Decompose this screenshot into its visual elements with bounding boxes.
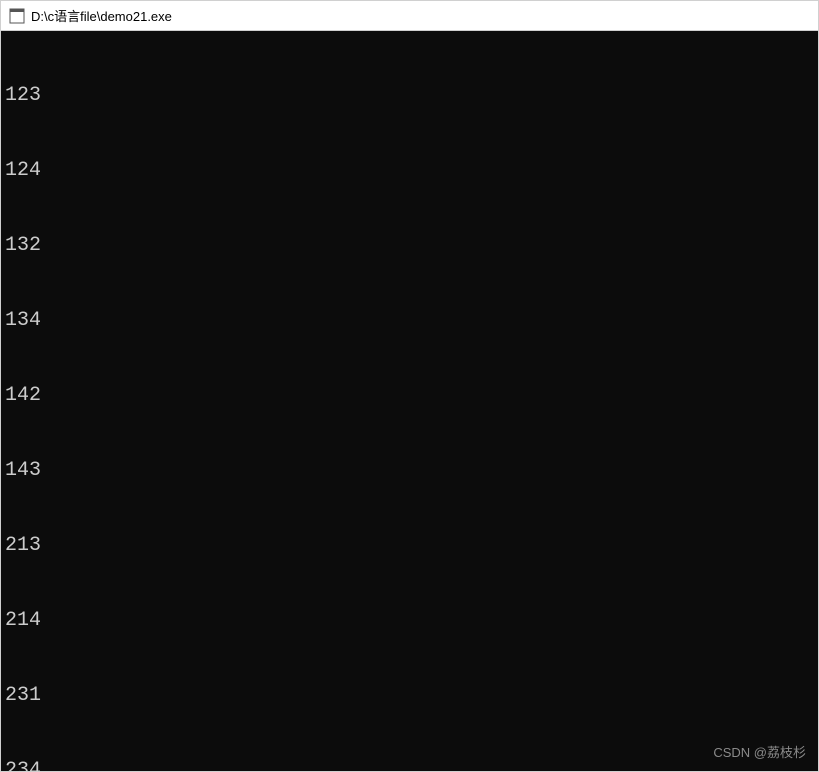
console-output[interactable]: 123 124 132 134 142 143 213 214 231 234 …: [1, 31, 818, 771]
output-line: 123: [5, 83, 814, 108]
output-line: 214: [5, 608, 814, 633]
titlebar[interactable]: D:\c语言file\demo21.exe: [1, 1, 818, 31]
watermark: CSDN @荔枝杉: [713, 740, 806, 765]
output-line: 142: [5, 383, 814, 408]
output-line: 231: [5, 683, 814, 708]
output-line: 124: [5, 158, 814, 183]
output-line: 132: [5, 233, 814, 258]
output-line: 143: [5, 458, 814, 483]
app-icon: [9, 8, 25, 24]
output-line: 234: [5, 758, 814, 771]
output-line: 134: [5, 308, 814, 333]
window-title: D:\c语言file\demo21.exe: [31, 6, 172, 25]
console-window: D:\c语言file\demo21.exe 123 124 132 134 14…: [0, 0, 819, 772]
output-line: 213: [5, 533, 814, 558]
